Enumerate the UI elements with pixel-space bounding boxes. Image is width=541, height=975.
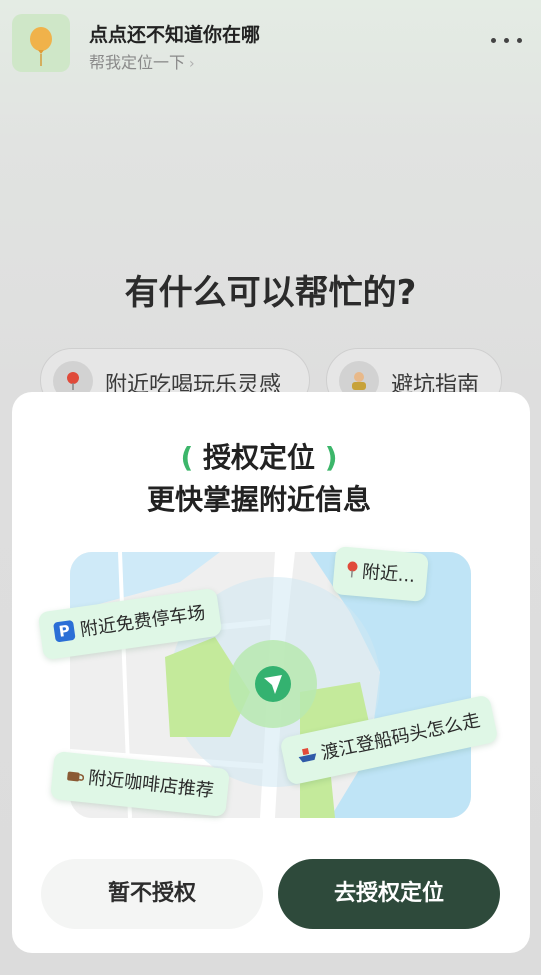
dialog-title: ( 授权定位 ) [0,436,518,476]
balloon-avatar-icon[interactable] [12,14,70,72]
ship-icon [293,732,323,783]
map-pin-icon [344,547,360,596]
decline-button[interactable]: 暂不授权 [41,859,263,929]
map-tag-nearby: 附近... [332,546,430,602]
tag-label: 附近咖啡店推荐 [87,767,215,802]
parking-icon: P [53,619,76,643]
authorize-location-button[interactable]: 去授权定位 [278,859,500,929]
chevron-right-icon: › [189,56,195,72]
coffee-icon [64,752,87,802]
header-title: 点点还不知道你在哪 [89,24,261,46]
header: 点点还不知道你在哪 帮我定位一下 › [0,0,541,100]
title-bracket-left: ( [180,441,194,474]
dialog-subtitle: 更快掌握附近信息 [146,483,371,516]
dialog-title-text: 授权定位 [202,441,315,474]
tag-label: 附近免费停车场 [78,602,207,641]
tag-label: 附近... [361,561,416,587]
more-options-icon[interactable] [491,30,523,50]
locate-me-label: 帮我定位一下 [89,53,186,72]
locate-me-link[interactable]: 帮我定位一下 › [89,49,195,73]
prompt-heading: 有什么可以帮忙的? [124,273,417,313]
title-bracket-right: ) [324,441,338,474]
